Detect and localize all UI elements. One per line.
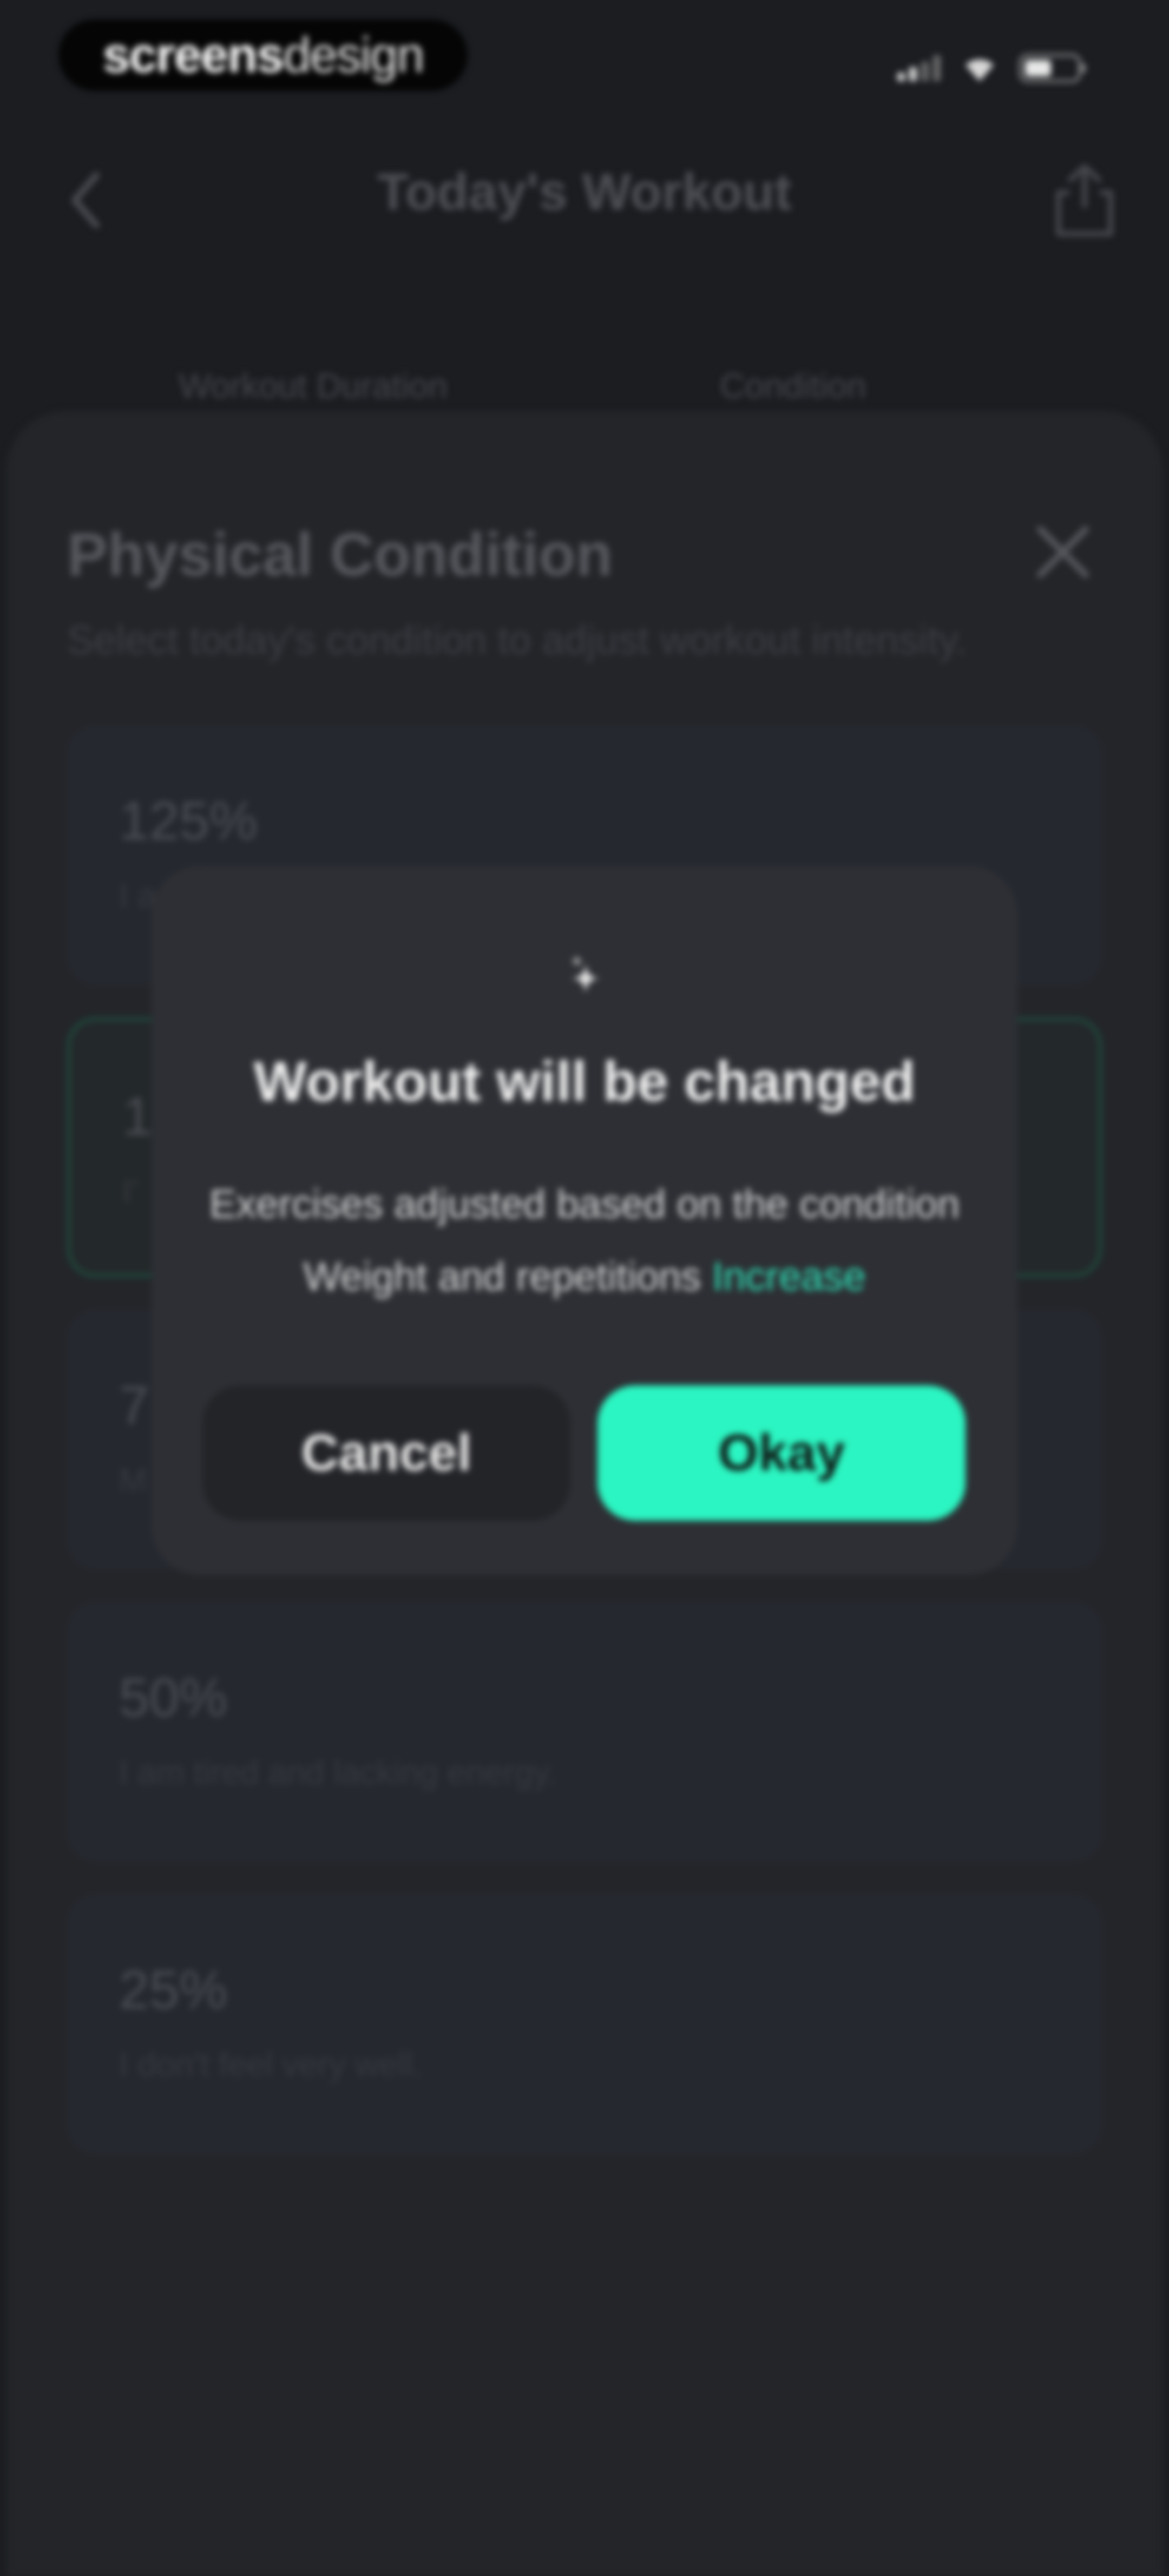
- wifi-icon: [966, 59, 994, 81]
- condition-label: Condition: [720, 366, 866, 405]
- cancel-button[interactable]: Cancel: [202, 1385, 570, 1521]
- battery-icon: [1019, 54, 1086, 83]
- option-percent: 7: [119, 1375, 149, 1436]
- sparkle-icon: [570, 955, 600, 994]
- condition-option-25[interactable]: 25% I don't feel very well.: [67, 1894, 1102, 2154]
- increase-highlight: Increase: [712, 1254, 866, 1299]
- share-icon[interactable]: [1051, 162, 1118, 238]
- dialog-message-line-2: Weight and repetitions Increase: [152, 1253, 1017, 1299]
- signal-icon: [897, 55, 941, 81]
- option-description: I don't feel very well.: [119, 2046, 422, 2084]
- okay-button[interactable]: Okay: [597, 1385, 966, 1521]
- option-percent: 50%: [119, 1667, 228, 1728]
- page-title: Today's Workout: [377, 163, 792, 221]
- option-description: I': [122, 1173, 139, 1210]
- sheet-title: Physical Condition: [67, 521, 613, 588]
- workout-duration-label: Workout Duration: [179, 366, 448, 405]
- close-icon[interactable]: [1030, 520, 1095, 584]
- dialog-title: Workout will be changed: [253, 1050, 916, 1113]
- background-screen: screensdesign Today's Workout Workout Du…: [0, 0, 1169, 2576]
- dialog-message-line-1: Exercises adjusted based on the conditio…: [209, 1181, 960, 1226]
- option-description: I am tired and lacking energy.: [119, 1754, 557, 1791]
- watermark-bold-text: screens: [102, 28, 285, 83]
- option-percent: 25%: [119, 1960, 228, 2020]
- condition-option-50[interactable]: 50% I am tired and lacking energy.: [67, 1602, 1102, 1862]
- screensdesign-watermark: screensdesign: [58, 19, 468, 91]
- sheet-subtitle: Select today's condition to adjust worko…: [67, 617, 967, 662]
- option-percent: 1: [122, 1086, 153, 1147]
- dialog-message-prefix: Weight and repetitions: [303, 1254, 712, 1299]
- watermark-light-text: design: [283, 28, 424, 83]
- option-description: M: [119, 1462, 147, 1499]
- option-description: I a: [119, 877, 156, 915]
- option-percent: 125%: [119, 791, 258, 851]
- status-bar-icons: [897, 52, 1088, 84]
